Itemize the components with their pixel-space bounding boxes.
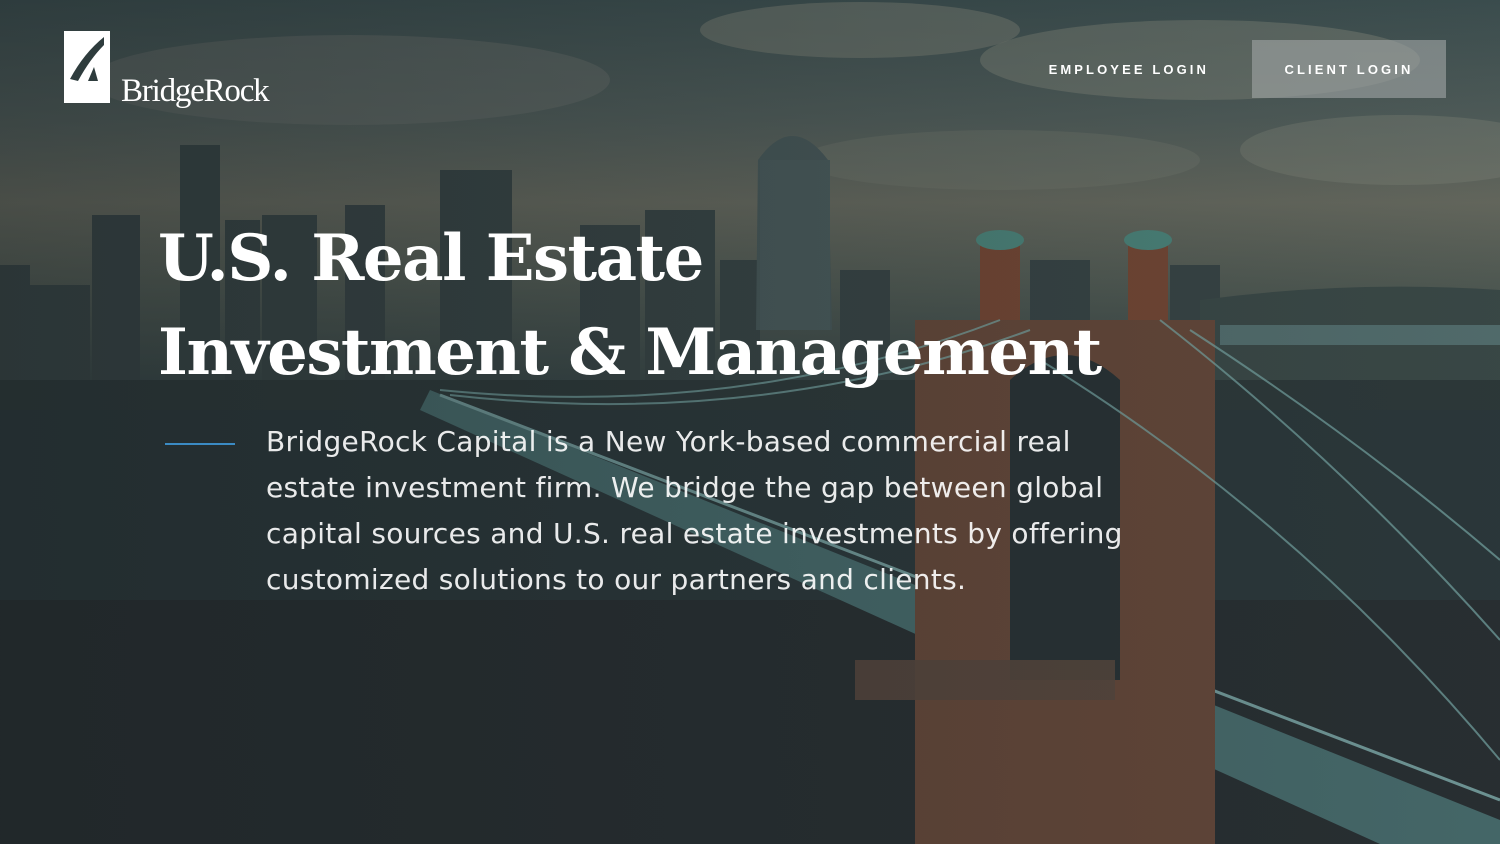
brand-logo[interactable]: BridgeRock bbox=[64, 31, 294, 113]
hero-headline: U.S. Real Estate Investment & Management bbox=[158, 212, 1158, 400]
client-login-button[interactable]: CLIENT LOGIN bbox=[1252, 40, 1446, 98]
employee-login-link[interactable]: EMPLOYEE LOGIN bbox=[1049, 62, 1209, 77]
headline-line-1: U.S. Real Estate bbox=[158, 221, 704, 296]
hero-description: BridgeRock Capital is a New York-based c… bbox=[266, 425, 1123, 596]
headline-line-2: Investment & Management bbox=[158, 315, 1102, 390]
client-login-label: CLIENT LOGIN bbox=[1284, 61, 1414, 77]
brand-name: BridgeRock bbox=[121, 73, 270, 109]
accent-divider bbox=[165, 443, 235, 445]
bridgerock-logo-mark-icon bbox=[64, 31, 110, 103]
hero-section: BridgeRock EMPLOYEE LOGIN CLIENT LOGIN U… bbox=[0, 0, 1500, 844]
header-nav: EMPLOYEE LOGIN CLIENT LOGIN bbox=[1049, 40, 1446, 98]
